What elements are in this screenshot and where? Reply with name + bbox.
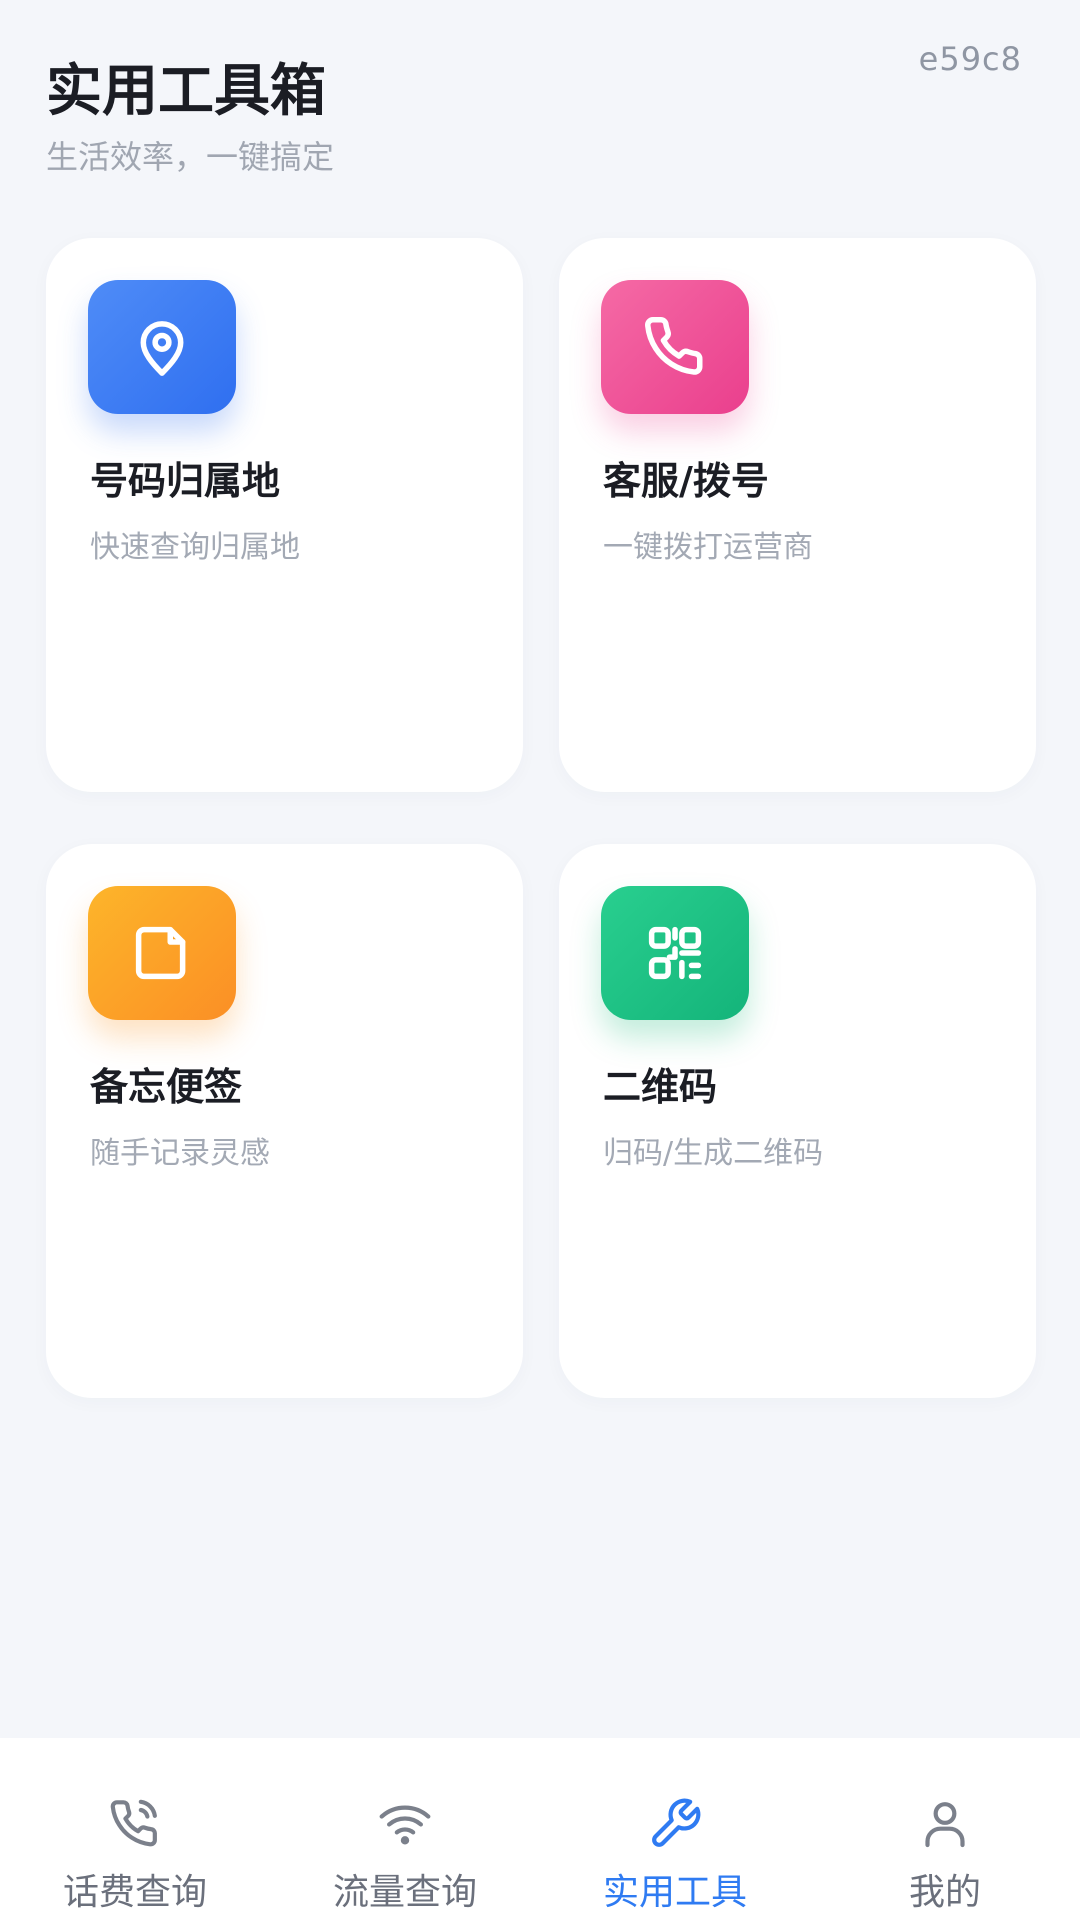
tab-label: 流量查询 <box>332 1872 477 1913</box>
tool-grid: 号码归属地 快速查询归属地 客服/拨号 一键拨打运营商 备忘便签 随手记录灵感 <box>46 238 1036 1398</box>
tool-card-title: 备忘便签 <box>90 1065 243 1109</box>
tool-card-desc: 快速查询归属地 <box>90 530 300 565</box>
tool-card-memo[interactable]: 备忘便签 随手记录灵感 <box>46 844 523 1398</box>
tool-card-desc: 随手记录灵感 <box>90 1136 270 1171</box>
note-icon <box>88 886 236 1020</box>
tab-label: 话费查询 <box>62 1872 207 1913</box>
page-title: 实用工具箱 <box>46 59 326 124</box>
bottom-tab-bar: 话费查询 流量查询 实用工具 我的 <box>0 1738 1080 1920</box>
tool-card-qr-code[interactable]: 二维码 归码/生成二维码 <box>559 844 1036 1398</box>
build-tag: e59c8 <box>918 40 1022 78</box>
tool-card-desc: 一键拨打运营商 <box>603 530 813 565</box>
tool-card-title: 二维码 <box>603 1065 718 1109</box>
wrench-icon <box>652 1798 701 1847</box>
tool-card-customer-service[interactable]: 客服/拨号 一键拨打运营商 <box>559 238 1036 792</box>
tab-label: 我的 <box>908 1872 981 1913</box>
tab-data-query[interactable]: 流量查询 <box>270 1738 540 1920</box>
wifi-icon <box>379 1805 431 1845</box>
qr-code-icon <box>601 886 749 1020</box>
tool-card-number-location[interactable]: 号码归属地 快速查询归属地 <box>46 238 523 792</box>
tool-card-desc: 归码/生成二维码 <box>603 1136 824 1171</box>
page-subtitle: 生活效率，一键搞定 <box>46 138 335 176</box>
phone-call-icon <box>110 1799 157 1847</box>
tool-card-title: 客服/拨号 <box>603 459 769 503</box>
tool-card-title: 号码归属地 <box>90 459 281 503</box>
page-header: 实用工具箱 生活效率，一键搞定 <box>46 58 334 178</box>
location-pin-icon <box>88 280 236 414</box>
tab-tools[interactable]: 实用工具 <box>540 1738 810 1920</box>
user-icon <box>925 1802 965 1848</box>
tab-mine[interactable]: 我的 <box>810 1738 1080 1920</box>
tab-bill-query[interactable]: 话费查询 <box>0 1738 270 1920</box>
phone-icon <box>601 280 749 414</box>
tab-label: 实用工具 <box>602 1872 747 1913</box>
